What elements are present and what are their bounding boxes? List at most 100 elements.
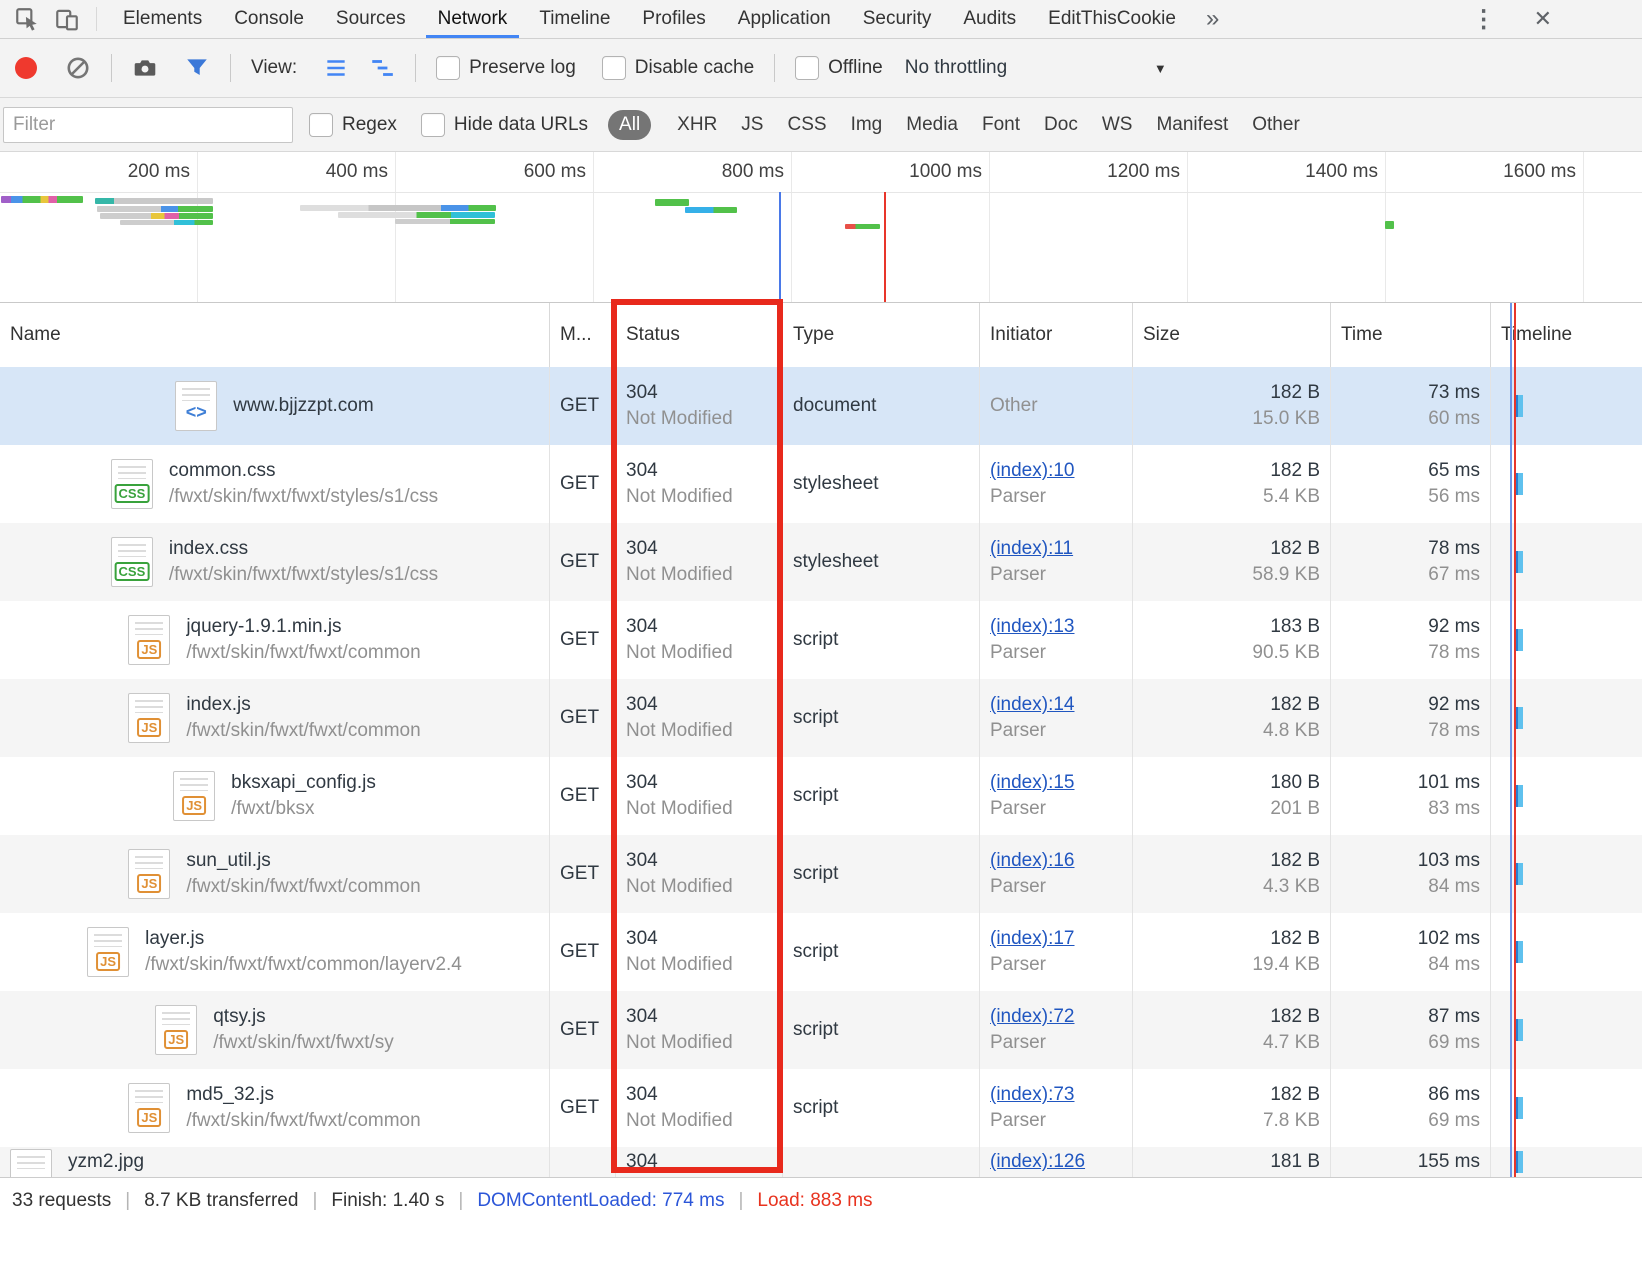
panel-tab[interactable]: Audits (947, 0, 1032, 38)
overview-request-bar (95, 198, 213, 204)
request-row[interactable]: JS qtsy.js /fwxt/skin/fwxt/fwxt/sy GET 3… (0, 991, 1642, 1069)
filter-type[interactable]: Media (906, 114, 958, 136)
column-header-timeline[interactable]: Timeline (1490, 303, 1642, 367)
initiator-link[interactable]: (index):17 (990, 926, 1122, 952)
large-rows-view-icon[interactable] (323, 55, 349, 81)
filter-input[interactable] (3, 107, 293, 143)
initiator-link[interactable]: (index):15 (990, 770, 1122, 796)
panel-tab[interactable]: Application (722, 0, 847, 38)
panel-tab[interactable]: Profiles (626, 0, 721, 38)
regex-checkbox[interactable] (309, 113, 333, 137)
initiator-link[interactable]: (index):73 (990, 1082, 1122, 1108)
initiator-link[interactable]: (index):72 (990, 1004, 1122, 1030)
more-options-icon[interactable]: ⋮ (1472, 5, 1496, 34)
tabs-overflow-icon[interactable]: » (1206, 1, 1219, 37)
request-name-cell[interactable]: JS layer.js /fwxt/skin/fwxt/fwxt/common/… (0, 913, 549, 991)
initiator-link[interactable]: (index):10 (990, 458, 1122, 484)
panel-tab[interactable]: EditThisCookie (1032, 0, 1192, 38)
column-header-name[interactable]: Name (0, 303, 549, 367)
initiator-link[interactable]: (index):126 (990, 1149, 1122, 1173)
filter-type[interactable]: Manifest (1156, 114, 1228, 136)
request-name-cell[interactable]: CSS index.css /fwxt/skin/fwxt/fwxt/style… (0, 523, 549, 601)
filter-type[interactable]: WS (1102, 114, 1133, 136)
request-path: /fwxt/bksx (231, 796, 376, 822)
request-name-cell[interactable]: <> www.bjjzzpt.com (0, 367, 549, 445)
filter-type[interactable]: Font (982, 114, 1020, 136)
filter-type[interactable]: CSS (787, 114, 826, 136)
request-row[interactable]: JS bksxapi_config.js /fwxt/bksx GET 304 … (0, 757, 1642, 835)
filter-type[interactable]: XHR (677, 114, 717, 136)
hide-data-urls-checkbox[interactable] (421, 113, 445, 137)
request-path: /fwxt/skin/fwxt/fwxt/common (186, 640, 420, 666)
filter-type[interactable]: Other (1252, 114, 1300, 136)
filter-bar: Regex Hide data URLs All XHR JS CSS Img … (0, 98, 1642, 152)
request-row[interactable]: JS jquery-1.9.1.min.js /fwxt/skin/fwxt/f… (0, 601, 1642, 679)
disable-cache-checkbox[interactable] (602, 56, 626, 80)
waterfall-view-icon[interactable] (369, 55, 395, 81)
inspect-element-icon[interactable] (14, 6, 40, 32)
request-name-cell[interactable]: JS bksxapi_config.js /fwxt/bksx (0, 757, 549, 835)
view-label: View: (251, 57, 297, 79)
screenshot-camera-icon[interactable] (132, 55, 158, 81)
request-row[interactable]: CSS index.css /fwxt/skin/fwxt/fwxt/style… (0, 523, 1642, 601)
close-devtools-icon[interactable]: ✕ (1534, 6, 1552, 32)
filter-type[interactable]: Img (851, 114, 883, 136)
latency-time: 60 ms (1341, 406, 1480, 432)
filter-type[interactable]: Doc (1044, 114, 1078, 136)
filter-type-all[interactable]: All (608, 110, 651, 140)
column-header-time[interactable]: Time (1330, 303, 1490, 367)
column-header-size[interactable]: Size (1132, 303, 1330, 367)
request-name-cell[interactable]: yzm2.jpg (0, 1147, 549, 1177)
request-row[interactable]: JS index.js /fwxt/skin/fwxt/fwxt/common … (0, 679, 1642, 757)
request-name-cell[interactable]: JS index.js /fwxt/skin/fwxt/fwxt/common (0, 679, 549, 757)
request-method-cell: GET (549, 991, 615, 1069)
panel-tab[interactable]: Security (847, 0, 948, 38)
request-name-cell[interactable]: JS md5_32.js /fwxt/skin/fwxt/fwxt/common (0, 1069, 549, 1147)
request-row[interactable]: JS md5_32.js /fwxt/skin/fwxt/fwxt/common… (0, 1069, 1642, 1147)
filter-type[interactable]: JS (741, 114, 763, 136)
panel-tab[interactable]: Timeline (523, 0, 626, 38)
hide-data-urls-label: Hide data URLs (454, 114, 588, 136)
request-name-cell[interactable]: JS qtsy.js /fwxt/skin/fwxt/fwxt/sy (0, 991, 549, 1069)
request-size-cell: 182 B 5.4 KB (1132, 445, 1330, 523)
request-row[interactable]: yzm2.jpg 304 (index):126 (0, 1147, 1642, 1177)
request-method-cell: GET (549, 835, 615, 913)
request-row[interactable]: <> www.bjjzzpt.com GET 304 Not Modified … (0, 367, 1642, 445)
filter-icon[interactable] (184, 55, 210, 81)
domcontentloaded-line (779, 192, 781, 302)
timeline-overview[interactable]: 200 ms 400 ms 600 ms 800 ms 1000 ms 1200… (0, 152, 1642, 303)
offline-checkbox[interactable] (795, 56, 819, 80)
initiator-link[interactable]: (index):13 (990, 614, 1122, 640)
transferred-size: 182 B (1143, 458, 1320, 484)
request-name-cell[interactable]: CSS common.css /fwxt/skin/fwxt/fwxt/styl… (0, 445, 549, 523)
preserve-log-checkbox[interactable] (436, 56, 460, 80)
initiator-link[interactable]: Other (990, 393, 1122, 419)
request-type: stylesheet (793, 549, 969, 575)
clear-button[interactable] (65, 55, 91, 81)
request-name: www.bjjzzpt.com (233, 393, 373, 419)
initiator-link[interactable]: (index):16 (990, 848, 1122, 874)
column-header-type[interactable]: Type (782, 303, 979, 367)
request-row[interactable]: JS sun_util.js /fwxt/skin/fwxt/fwxt/comm… (0, 835, 1642, 913)
request-method: GET (560, 1095, 605, 1121)
column-header-status[interactable]: Status (615, 303, 782, 367)
request-name-cell[interactable]: JS jquery-1.9.1.min.js /fwxt/skin/fwxt/f… (0, 601, 549, 679)
status-text: Not Modified (626, 562, 772, 588)
request-row[interactable]: JS layer.js /fwxt/skin/fwxt/fwxt/common/… (0, 913, 1642, 991)
initiator-link[interactable]: (index):11 (990, 536, 1122, 562)
panel-tab[interactable]: Console (218, 0, 320, 38)
request-row[interactable]: CSS common.css /fwxt/skin/fwxt/fwxt/styl… (0, 445, 1642, 523)
device-toolbar-icon[interactable] (54, 6, 80, 32)
record-button[interactable] (15, 57, 37, 79)
request-initiator-cell: (index):14 Parser (979, 679, 1132, 757)
panel-tab[interactable]: Network (422, 0, 524, 38)
column-header-initiator[interactable]: Initiator (979, 303, 1132, 367)
waterfall-bar (1515, 629, 1523, 651)
load-event-line-table (1514, 303, 1516, 1177)
panel-tab[interactable]: Sources (320, 0, 422, 38)
panel-tab[interactable]: Elements (107, 0, 218, 38)
request-name-cell[interactable]: JS sun_util.js /fwxt/skin/fwxt/fwxt/comm… (0, 835, 549, 913)
column-header-method[interactable]: M... (549, 303, 615, 367)
initiator-link[interactable]: (index):14 (990, 692, 1122, 718)
throttling-select[interactable]: No throttling ▼ (905, 57, 1167, 79)
